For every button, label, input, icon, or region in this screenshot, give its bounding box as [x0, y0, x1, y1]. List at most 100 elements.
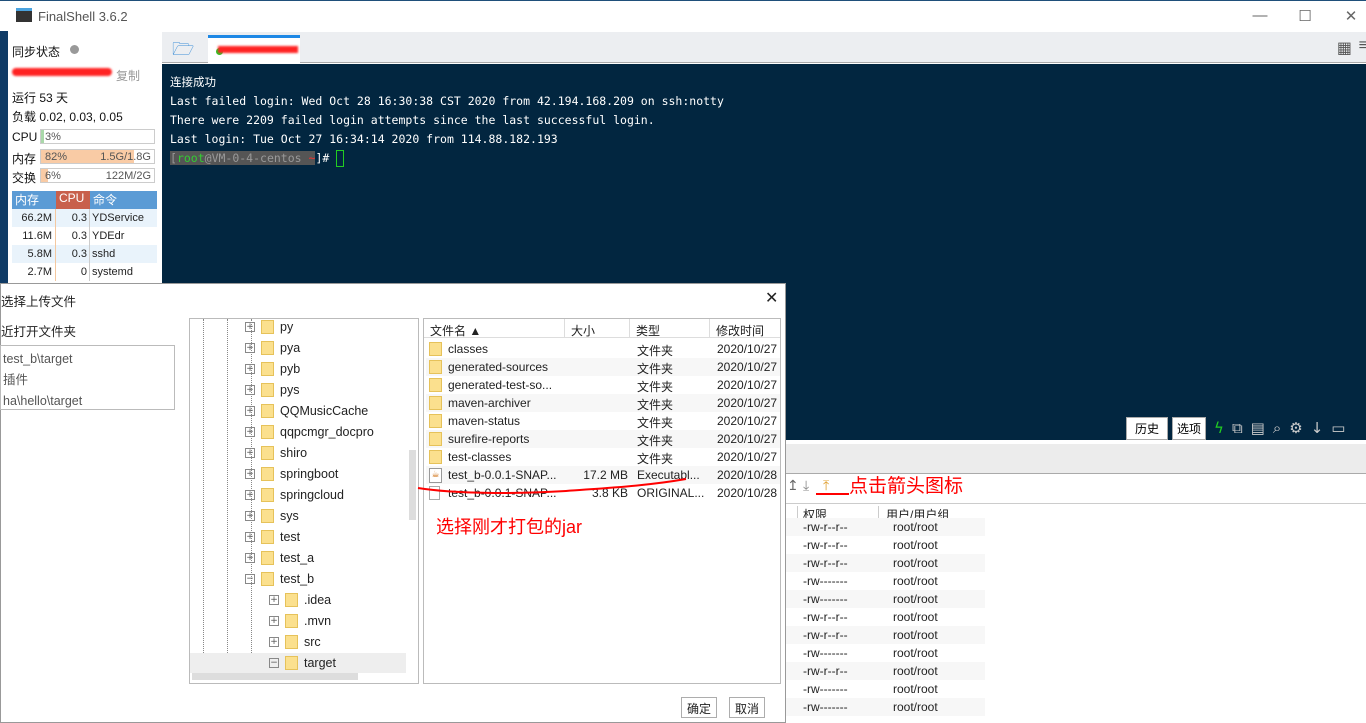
remote-file-row[interactable]: -rw-r--r-- root/root — [785, 626, 985, 644]
file-row[interactable]: maven-status 文件夹 2020/10/27 — [426, 412, 780, 430]
expand-icon[interactable]: + — [245, 364, 255, 374]
tree-vscrollbar[interactable] — [409, 450, 416, 520]
download-icon[interactable]: ⤓ — [803, 477, 809, 494]
tree-folder[interactable]: − test_b — [245, 569, 314, 589]
gear-icon[interactable]: ⚙ — [1289, 419, 1302, 437]
tree-folder[interactable]: + qqpcmgr_docpro — [245, 422, 374, 442]
ok-button[interactable]: 确定 — [681, 697, 718, 718]
remote-file-row[interactable]: -rw------- root/root — [785, 698, 985, 716]
upload-icon[interactable]: ⤒ — [823, 477, 829, 494]
recent-folder-item[interactable]: test_b\target — [3, 349, 172, 370]
file-date: 2020/10/27 — [717, 396, 778, 410]
file-row[interactable]: generated-test-so... 文件夹 2020/10/27 — [426, 376, 780, 394]
tree-folder[interactable]: + sys — [245, 506, 299, 526]
file-row[interactable]: generated-sources 文件夹 2020/10/27 — [426, 358, 780, 376]
proc-header-cpu[interactable]: CPU — [56, 191, 90, 209]
file-row[interactable]: classes 文件夹 2020/10/27 — [426, 340, 780, 358]
expand-icon[interactable]: + — [245, 385, 255, 395]
process-row[interactable]: 2.7M 0 systemd — [12, 263, 157, 281]
paste-icon[interactable]: ▤ — [1251, 419, 1265, 437]
recent-folder-item[interactable]: ha\hello\target — [3, 391, 172, 409]
tree-folder[interactable]: + springboot — [245, 464, 338, 484]
expand-icon[interactable]: + — [245, 343, 255, 353]
expand-icon[interactable]: + — [245, 427, 255, 437]
window-icon[interactable]: ▭ — [1331, 419, 1345, 437]
file-name: maven-status — [448, 414, 521, 428]
file-row[interactable]: surefire-reports 文件夹 2020/10/27 — [426, 430, 780, 448]
tree-folder[interactable]: + .idea — [269, 590, 331, 610]
tree-folder[interactable]: + pys — [245, 380, 299, 400]
file-row[interactable]: test-classes 文件夹 2020/10/27 — [426, 448, 780, 466]
search-icon[interactable]: ⌕ — [1273, 419, 1281, 437]
collapse-icon[interactable]: − — [269, 658, 279, 668]
expand-icon[interactable]: + — [245, 532, 255, 542]
menu-icon[interactable]: ≡ — [1359, 37, 1366, 55]
copy-icon[interactable]: ⧉ — [1232, 419, 1243, 437]
remote-file-row[interactable]: -rw-r--r-- root/root — [785, 536, 985, 554]
collapse-icon[interactable]: − — [245, 574, 255, 584]
tree-folder-label: test_a — [280, 551, 315, 565]
terminal-prompt: [root@VM-0-4-centos ~]# — [170, 150, 345, 167]
minimize-button[interactable]: — — [1245, 7, 1275, 27]
expand-icon[interactable]: + — [245, 490, 255, 500]
tree-folder[interactable]: + QQMusicCache — [245, 401, 368, 421]
expand-icon[interactable]: + — [245, 448, 255, 458]
tree-folder[interactable]: + springcloud — [245, 485, 344, 505]
owner: root/root — [893, 592, 938, 606]
remote-file-row[interactable]: -rw-r--r-- root/root — [785, 518, 985, 536]
remote-file-row[interactable]: -rw-r--r-- root/root — [785, 608, 985, 626]
recent-folder-item[interactable]: 插件 — [3, 370, 172, 391]
history-button[interactable]: 历史 — [1126, 416, 1169, 440]
copy-button[interactable]: 复制 — [116, 67, 140, 84]
header-type[interactable]: 类型 — [629, 319, 666, 338]
cancel-button[interactable]: 取消 — [729, 697, 766, 718]
proc-header-cmd[interactable]: 命令 — [90, 191, 117, 209]
process-row[interactable]: 5.8M 0.3 sshd — [12, 245, 157, 263]
expand-icon[interactable]: + — [245, 469, 255, 479]
tree-folder[interactable]: + shiro — [245, 443, 307, 463]
header-size[interactable]: 大小 — [564, 319, 601, 338]
folder-icon — [429, 396, 442, 410]
expand-icon[interactable]: + — [269, 616, 279, 626]
remote-file-row[interactable]: -rw------- root/root — [785, 644, 985, 662]
expand-icon[interactable]: + — [245, 322, 255, 332]
expand-icon[interactable]: + — [245, 511, 255, 521]
header-date[interactable]: 修改时间 — [709, 319, 770, 338]
process-row[interactable]: 66.2M 0.3 YDService — [12, 209, 157, 227]
expand-icon[interactable]: + — [269, 595, 279, 605]
tree-folder[interactable]: + .mvn — [269, 611, 331, 631]
remote-file-row[interactable]: -rw------- root/root — [785, 572, 985, 590]
remote-file-row[interactable]: -rw------- root/root — [785, 590, 985, 608]
expand-icon[interactable]: + — [269, 637, 279, 647]
proc-header-mem[interactable]: 内存 — [12, 191, 56, 209]
tree-folder[interactable]: + pya — [245, 338, 300, 358]
dialog-close-button[interactable]: ✕ — [765, 288, 778, 308]
lightning-icon[interactable]: ϟ — [1214, 419, 1224, 437]
upload-parent-icon[interactable]: ↥ — [787, 477, 799, 494]
folder-tree[interactable]: + py + pya + pyb + pys + QQMusicCache + qqpcmgr_doc… — [189, 318, 419, 684]
close-button[interactable]: ✕ — [1336, 7, 1366, 27]
tree-folder[interactable]: + pyb — [245, 359, 300, 379]
tree-folder[interactable]: − target — [190, 653, 406, 673]
tree-folder[interactable]: + src — [269, 632, 321, 652]
tree-folder[interactable]: + test_a — [245, 548, 314, 568]
file-date: 2020/10/28 — [717, 486, 778, 500]
options-button[interactable]: 选项 — [1172, 416, 1207, 440]
tree-folder[interactable]: + test — [245, 527, 300, 547]
header-name[interactable]: 文件名 ▲ — [430, 322, 481, 339]
remote-file-row[interactable]: -rw-r--r-- root/root — [785, 554, 985, 572]
expand-icon[interactable]: + — [245, 553, 255, 563]
maximize-button[interactable]: ☐ — [1290, 7, 1320, 27]
session-tab[interactable] — [208, 35, 300, 63]
expand-icon[interactable]: + — [245, 406, 255, 416]
remote-file-row[interactable]: -rw------- root/root — [785, 680, 985, 698]
tree-folder[interactable]: + py — [245, 319, 293, 337]
remote-file-row[interactable]: -rw-r--r-- root/root — [785, 662, 985, 680]
tree-hscrollbar[interactable] — [192, 673, 358, 680]
file-row[interactable]: maven-archiver 文件夹 2020/10/27 — [426, 394, 780, 412]
arrow-down-icon[interactable]: ↓ — [1311, 419, 1324, 437]
folder-open-icon[interactable]: 🗁 — [172, 37, 194, 67]
file-list[interactable]: 文件名 ▲ 大小 类型 修改时间 classes 文件夹 2020/10/27 gen… — [423, 318, 781, 684]
process-row[interactable]: 11.6M 0.3 YDEdr — [12, 227, 157, 245]
grid-view-icon[interactable]: ▦ — [1337, 38, 1352, 58]
